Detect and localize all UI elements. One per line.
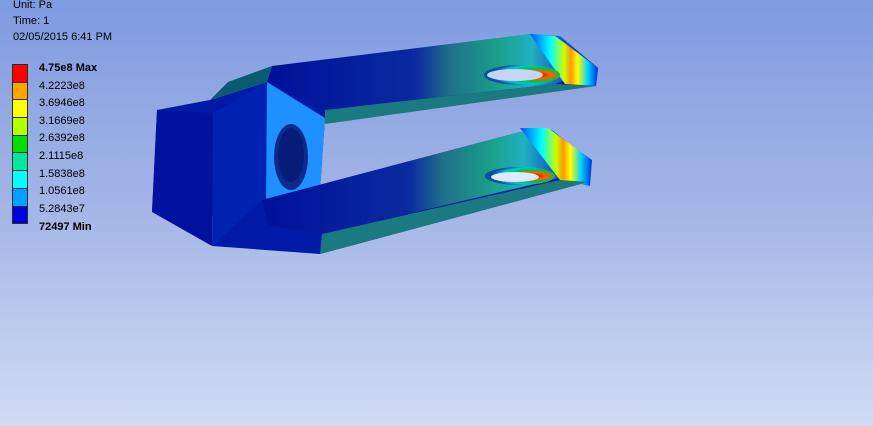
- model-viewport[interactable]: [0, 0, 873, 426]
- upper-arm: [267, 34, 598, 124]
